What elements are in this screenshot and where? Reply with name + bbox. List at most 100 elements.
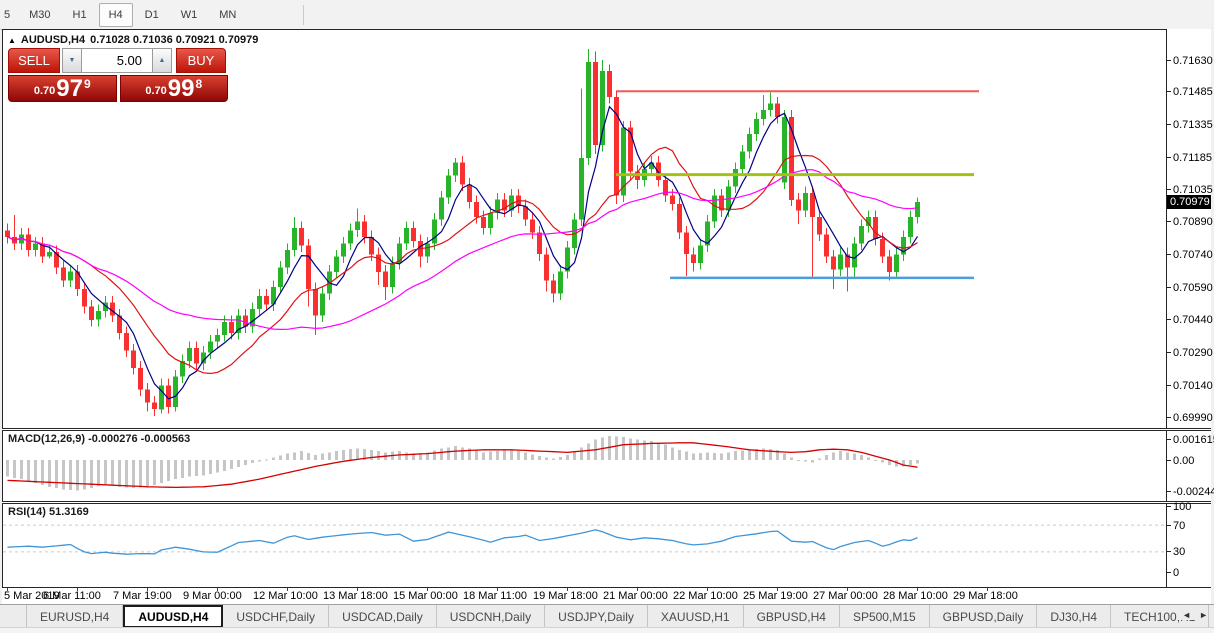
timeframe-MN[interactable]: MN [209,3,246,27]
price-tick-dash [1167,157,1171,158]
buy-price-prefix: 0.70 [145,85,166,97]
rsi-tick-label: 0 [1173,567,1179,579]
tab-dj30-h4[interactable]: DJ30,H4 [1037,605,1111,628]
price-tick-dash [1167,287,1171,288]
collapse-icon[interactable]: ▲ [8,36,16,45]
time-tick-label: 18 Mar 11:00 [463,590,527,602]
timeframe-toolbar: 5M30H1H4D1W1MN [0,0,1214,30]
price-tick-dash [1167,60,1171,61]
timeframe-D1[interactable]: D1 [135,3,169,27]
time-tick-label: 19 Mar 18:00 [533,590,598,602]
buy-button[interactable]: BUY [176,48,226,73]
one-click-trading-panel: SELL ▼ 5.00 ▲ BUY 0.70 97 9 0.70 99 8 [8,48,228,102]
sell-price-sup: 9 [84,77,91,91]
tab-scroll-arrows: ◄ ► [1178,610,1208,620]
tab-usdjpy-daily[interactable]: USDJPY,Daily [545,605,648,628]
time-tick-label: 15 Mar 00:00 [393,590,458,602]
timeframe-M30[interactable]: M30 [19,3,60,27]
price-tick-dash [1167,189,1171,190]
tab-eurusd-h4[interactable]: EURUSD,H4 [26,605,123,628]
price-tick-dash [1167,124,1171,125]
buy-price-big: 99 [168,79,195,99]
macd-tick-dash [1167,491,1171,492]
price-tick-label: 0.70590 [1173,282,1213,294]
price-tick-label: 0.70740 [1173,249,1213,261]
timeframe-H4[interactable]: H4 [99,3,133,27]
sell-price-prefix: 0.70 [34,85,55,97]
timeframe-5[interactable]: 5 [1,3,17,27]
price-tick-dash [1167,385,1171,386]
mt4-window: 5M30H1H4D1W1MN ▲ AUDUSD,H4 0.71028 0.710… [0,0,1214,633]
price-tick-dash [1167,352,1171,353]
macd-tick-label: 0.00 [1173,455,1194,467]
macd-label: MACD(12,26,9) -0.000276 -0.000563 [8,433,190,445]
rsi-tick-dash [1167,506,1171,507]
timeframe-W1[interactable]: W1 [171,3,208,27]
tab-audusd-h4[interactable]: AUDUSD,H4 [123,605,223,628]
tab-usdchf-daily[interactable]: USDCHF,Daily [223,605,329,628]
time-tick-label: 29 Mar 18:00 [953,590,1018,602]
time-tick-label: 12 Mar 10:00 [253,590,318,602]
rsi-tick-label: 70 [1173,520,1185,532]
rsi-tick-dash [1167,525,1171,526]
rsi-pane[interactable] [3,504,1166,587]
price-tick-label: 0.70290 [1173,347,1213,359]
price-axis-separator [1166,29,1167,588]
price-tick-label: 0.71630 [1173,55,1213,67]
time-tick-label: 9 Mar 00:00 [183,590,242,602]
macd-tick-label: 0.001615 [1173,434,1214,446]
time-tick-label: 27 Mar 00:00 [813,590,878,602]
price-tick-dash [1167,319,1171,320]
sell-price-display[interactable]: 0.70 97 9 [8,75,117,102]
timeframe-H1[interactable]: H1 [63,3,97,27]
rsi-tick-dash [1167,551,1171,552]
sell-button[interactable]: SELL [8,48,60,73]
current-price-box: 0.70979 [1167,195,1211,209]
tab-usdcnh-daily[interactable]: USDCNH,Daily [437,605,545,628]
price-tick-dash [1167,417,1171,418]
price-tick-label: 0.70890 [1173,216,1213,228]
tab-xauusd-h1[interactable]: XAUUSD,H1 [648,605,744,628]
tab-gbpusd-daily[interactable]: GBPUSD,Daily [930,605,1038,628]
buy-price-sup: 8 [195,77,202,91]
price-tick-label: 0.69990 [1173,412,1213,424]
price-tick-dash [1167,254,1171,255]
price-tick-dash [1167,91,1171,92]
price-tick-label: 0.71485 [1173,86,1213,98]
tab-gbpusd-h4[interactable]: GBPUSD,H4 [744,605,840,628]
macd-tick-dash [1167,460,1171,461]
tab-scroll-left-icon[interactable]: ◄ [1182,610,1191,620]
macd-tick-label: -0.002443 [1173,486,1214,498]
time-tick-label: 21 Mar 00:00 [603,590,668,602]
volume-increase-button[interactable]: ▲ [153,48,172,73]
time-tick-label: 25 Mar 19:00 [743,590,808,602]
tab-scroll-right-icon[interactable]: ► [1199,610,1208,620]
buy-price-display[interactable]: 0.70 99 8 [120,75,229,102]
rsi-tick-dash [1167,572,1171,573]
sell-price-big: 97 [56,79,83,99]
chart-left-border [2,29,3,588]
price-tick-dash [1167,221,1171,222]
symbol-label: ▲ AUDUSD,H4 0.71028 0.71036 0.70921 0.70… [8,34,258,46]
volume-decrease-button[interactable]: ▼ [62,48,81,73]
window-bottom-strip [0,627,1214,633]
time-tick-label: 7 Mar 19:00 [113,590,172,602]
tab-sp500-m15[interactable]: SP500,M15 [840,605,930,628]
toolbar-separator [303,5,304,25]
time-tick-label: 6 Mar 11:00 [43,590,101,602]
tab-overflow[interactable]: UKOil, [1209,605,1214,628]
volume-input[interactable]: 5.00 [81,48,153,73]
tab-row: EURUSD,H4AUDUSD,H4USDCHF,DailyUSDCAD,Dai… [0,605,1214,628]
chart-top-border [2,29,1167,30]
macd-rsi-separator-2 [2,503,1211,504]
symbol-name: AUDUSD,H4 [21,34,85,46]
main-macd-separator-2 [2,430,1211,431]
volume-increase-icon: ▲ [159,57,166,64]
time-tick-label: 22 Mar 10:00 [673,590,738,602]
symbol-ohlc: 0.71028 0.71036 0.70921 0.70979 [90,34,258,46]
tab-usdcad-daily[interactable]: USDCAD,Daily [329,605,437,628]
time-axis: 5 Mar 20196 Mar 11:007 Mar 19:009 Mar 00… [2,588,1211,604]
time-tick-label: 13 Mar 18:00 [323,590,388,602]
price-tick-label: 0.71335 [1173,119,1213,131]
macd-tick-dash [1167,439,1171,440]
